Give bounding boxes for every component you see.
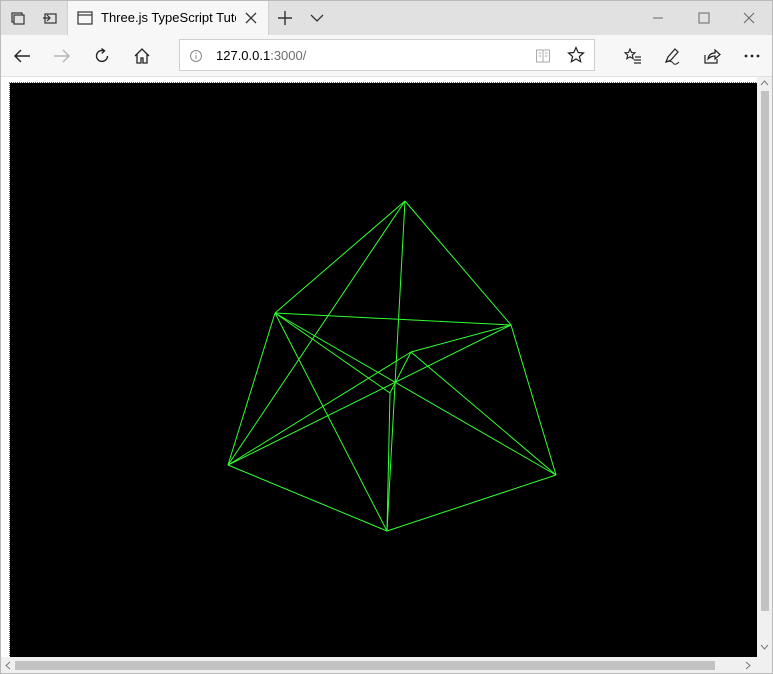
wireframe-edge (227, 312, 276, 466)
wireframe-edge (386, 200, 406, 532)
wireframe-scene (227, 200, 557, 532)
set-tabs-aside-icon[interactable] (35, 5, 65, 31)
chevron-down-icon[interactable] (302, 5, 332, 31)
wireframe-edge (274, 312, 512, 326)
more-icon[interactable] (737, 41, 767, 71)
home-icon[interactable] (127, 41, 157, 71)
page-icon (77, 11, 93, 25)
scroll-up-icon[interactable] (760, 79, 769, 87)
refresh-icon[interactable] (87, 41, 117, 71)
title-bar: Three.js TypeScript Tuto (1, 1, 772, 35)
vertical-scrollbar[interactable] (757, 77, 772, 657)
tab-sets-icon[interactable] (3, 5, 33, 31)
horizontal-scroll-thumb[interactable] (15, 661, 715, 670)
back-arrow-icon[interactable] (7, 41, 37, 71)
close-tab-icon[interactable] (242, 9, 260, 27)
wireframe-edge (227, 200, 406, 466)
vertical-scroll-thumb[interactable] (761, 91, 769, 611)
wireframe-edge (227, 351, 412, 466)
url-host: 127.0.0.1 (216, 48, 271, 63)
horizontal-scrollbar[interactable] (1, 657, 772, 673)
wireframe-edge (410, 324, 512, 353)
wireframe-edge (274, 312, 391, 394)
address-bar[interactable]: 127.0.0.1:3000/ (179, 39, 595, 71)
wireframe-edge (227, 464, 388, 532)
info-icon[interactable] (189, 49, 203, 63)
minimize-button[interactable] (635, 1, 681, 35)
page-viewport (1, 77, 772, 673)
wireframe-edge (404, 200, 512, 326)
url-port-path: :3000/ (270, 48, 307, 63)
forward-arrow-icon[interactable] (47, 41, 77, 71)
share-icon[interactable] (697, 41, 727, 71)
maximize-button[interactable] (681, 1, 727, 35)
threejs-canvas[interactable] (9, 82, 758, 660)
navigation-bar: 127.0.0.1:3000/ (1, 35, 772, 77)
scroll-right-icon[interactable] (744, 661, 752, 670)
wireframe-edge (410, 351, 557, 476)
reading-view-icon[interactable] (535, 48, 551, 64)
plus-icon[interactable] (270, 5, 300, 31)
wireframe-edge (274, 200, 406, 314)
scroll-down-icon[interactable] (760, 643, 769, 651)
tab-title: Three.js TypeScript Tuto (101, 10, 236, 25)
wireframe-edge (227, 324, 512, 466)
scroll-left-icon[interactable] (4, 661, 12, 670)
pen-icon[interactable] (657, 41, 687, 71)
url-text: 127.0.0.1:3000/ (216, 48, 306, 63)
wireframe-edge (386, 474, 557, 532)
star-icon[interactable] (567, 46, 585, 64)
close-window-button[interactable] (726, 1, 772, 35)
favorites-list-icon[interactable] (618, 41, 648, 71)
active-tab[interactable]: Three.js TypeScript Tuto (67, 1, 269, 35)
browser-window: Three.js TypeScript Tuto 127.0.0.1:3000/ (0, 0, 773, 674)
